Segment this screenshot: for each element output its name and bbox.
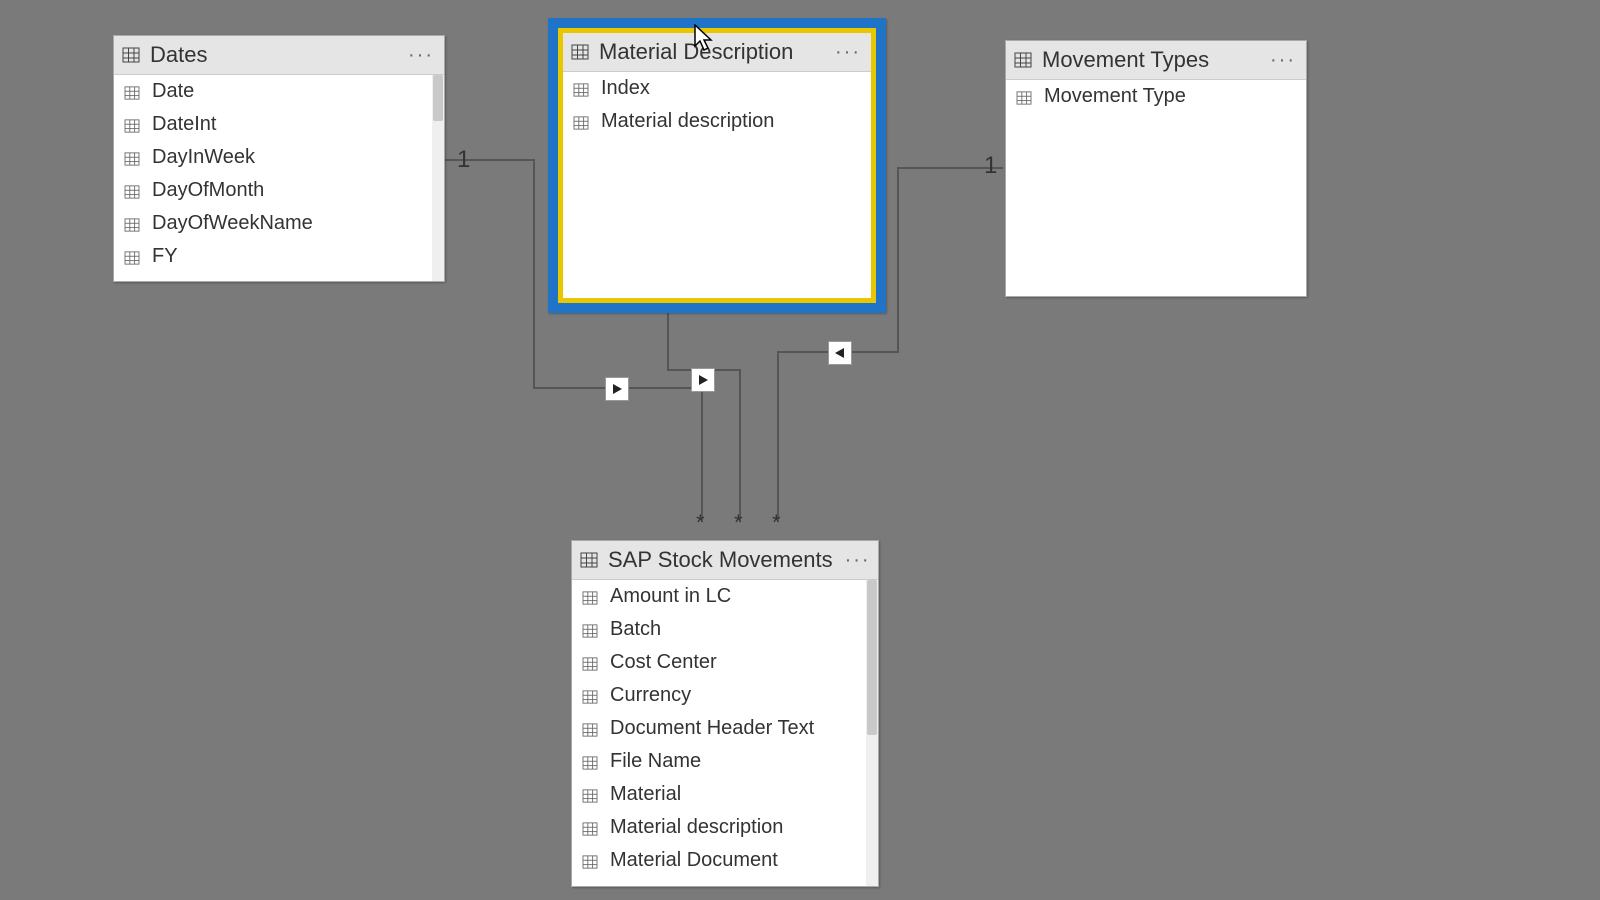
field-row[interactable]: Index — [563, 72, 871, 105]
field-row[interactable]: Material — [572, 778, 878, 811]
table-header[interactable]: Movement Types ··· — [1006, 41, 1306, 80]
field-name: Material Document — [610, 849, 778, 872]
scrollbar-thumb[interactable] — [867, 580, 877, 735]
table-header[interactable]: Dates ··· — [114, 36, 444, 75]
field-row[interactable]: DayOfWeekName — [114, 207, 444, 240]
field-row[interactable]: DateInt — [114, 108, 444, 141]
field-row[interactable]: Date — [114, 75, 444, 108]
column-icon — [582, 753, 600, 771]
field-name: DayOfMonth — [152, 179, 264, 202]
field-name: DateInt — [152, 113, 216, 136]
cardinality-label-movement: 1 — [984, 152, 997, 180]
field-row[interactable]: DayOfMonth — [114, 174, 444, 207]
field-name: Amount in LC — [610, 585, 731, 608]
column-icon — [582, 687, 600, 705]
field-name: FY — [152, 245, 178, 268]
column-icon — [124, 149, 142, 167]
field-name: Date — [152, 80, 194, 103]
field-name: Material description — [601, 110, 774, 133]
table-title: Material Description — [599, 39, 823, 65]
table-icon — [580, 551, 598, 569]
field-row[interactable]: Amount in LC — [572, 580, 878, 613]
field-name: Material description — [610, 816, 783, 839]
model-canvas[interactable]: 1 1 * * * Dates ··· Date DateInt DayInWe… — [0, 0, 1600, 900]
scrollbar[interactable] — [432, 75, 444, 281]
column-icon — [573, 113, 591, 131]
cardinality-many-movement: * — [772, 510, 781, 536]
field-name: Material — [610, 783, 681, 806]
field-name: Index — [601, 77, 650, 100]
field-list[interactable]: Index Material description — [563, 72, 871, 298]
column-icon — [582, 654, 600, 672]
column-icon — [582, 621, 600, 639]
filter-direction-material-stock[interactable] — [691, 368, 715, 392]
column-icon — [582, 720, 600, 738]
column-icon — [124, 215, 142, 233]
field-row[interactable]: Cost Center — [572, 646, 878, 679]
field-name: Movement Type — [1044, 85, 1186, 108]
table-icon — [1014, 51, 1032, 69]
cardinality-many-material: * — [734, 510, 743, 536]
table-movement-types[interactable]: Movement Types ··· Movement Type — [1005, 40, 1307, 297]
column-icon — [582, 852, 600, 870]
column-icon — [124, 116, 142, 134]
field-list[interactable]: Amount in LC Batch Cost Center Currency … — [572, 580, 878, 886]
scrollbar-thumb[interactable] — [433, 75, 443, 121]
column-icon — [124, 182, 142, 200]
column-icon — [582, 786, 600, 804]
field-name: Batch — [610, 618, 661, 641]
cardinality-label-dates: 1 — [457, 146, 470, 174]
table-title: SAP Stock Movements — [608, 547, 833, 573]
table-icon — [571, 43, 589, 61]
field-row[interactable]: Movement Type — [1006, 80, 1306, 113]
field-row[interactable]: Material description — [563, 105, 871, 138]
scrollbar[interactable] — [866, 580, 878, 886]
field-name: Cost Center — [610, 651, 717, 674]
field-row[interactable]: DayInWeek — [114, 141, 444, 174]
field-name: DayOfWeekName — [152, 212, 313, 235]
field-name: Currency — [610, 684, 691, 707]
table-title: Dates — [150, 42, 396, 68]
field-name: File Name — [610, 750, 701, 773]
field-row[interactable]: Currency — [572, 679, 878, 712]
cardinality-many-dates: * — [696, 510, 705, 536]
field-name: Document Header Text — [610, 717, 814, 740]
column-icon — [1016, 88, 1034, 106]
more-options-button[interactable]: ··· — [406, 44, 436, 67]
field-row[interactable]: Material Document — [572, 844, 878, 877]
table-material-description[interactable]: Material Description ··· Index Material … — [548, 18, 886, 313]
field-row[interactable]: Document Header Text — [572, 712, 878, 745]
more-options-button[interactable]: ··· — [1268, 49, 1298, 72]
column-icon — [573, 80, 591, 98]
field-row[interactable]: File Name — [572, 745, 878, 778]
table-title: Movement Types — [1042, 47, 1258, 73]
column-icon — [124, 83, 142, 101]
more-options-button[interactable]: ··· — [833, 41, 863, 64]
field-list[interactable]: Movement Type — [1006, 80, 1306, 296]
table-icon — [122, 46, 140, 64]
table-header[interactable]: Material Description ··· — [563, 33, 871, 72]
filter-direction-movement-stock[interactable] — [828, 341, 852, 365]
column-icon — [124, 248, 142, 266]
column-icon — [582, 588, 600, 606]
column-icon — [582, 819, 600, 837]
field-name: DayInWeek — [152, 146, 255, 169]
table-dates[interactable]: Dates ··· Date DateInt DayInWeek DayOfMo… — [113, 35, 445, 282]
field-list[interactable]: Date DateInt DayInWeek DayOfMonth DayOfW… — [114, 75, 444, 281]
field-row[interactable]: FY — [114, 240, 444, 273]
field-row[interactable]: Batch — [572, 613, 878, 646]
more-options-button[interactable]: ··· — [843, 549, 873, 572]
table-header[interactable]: SAP Stock Movements ··· — [572, 541, 878, 580]
field-row[interactable]: Material description — [572, 811, 878, 844]
filter-direction-dates-stock[interactable] — [605, 377, 629, 401]
table-sap-stock-movements[interactable]: SAP Stock Movements ··· Amount in LC Bat… — [571, 540, 879, 887]
